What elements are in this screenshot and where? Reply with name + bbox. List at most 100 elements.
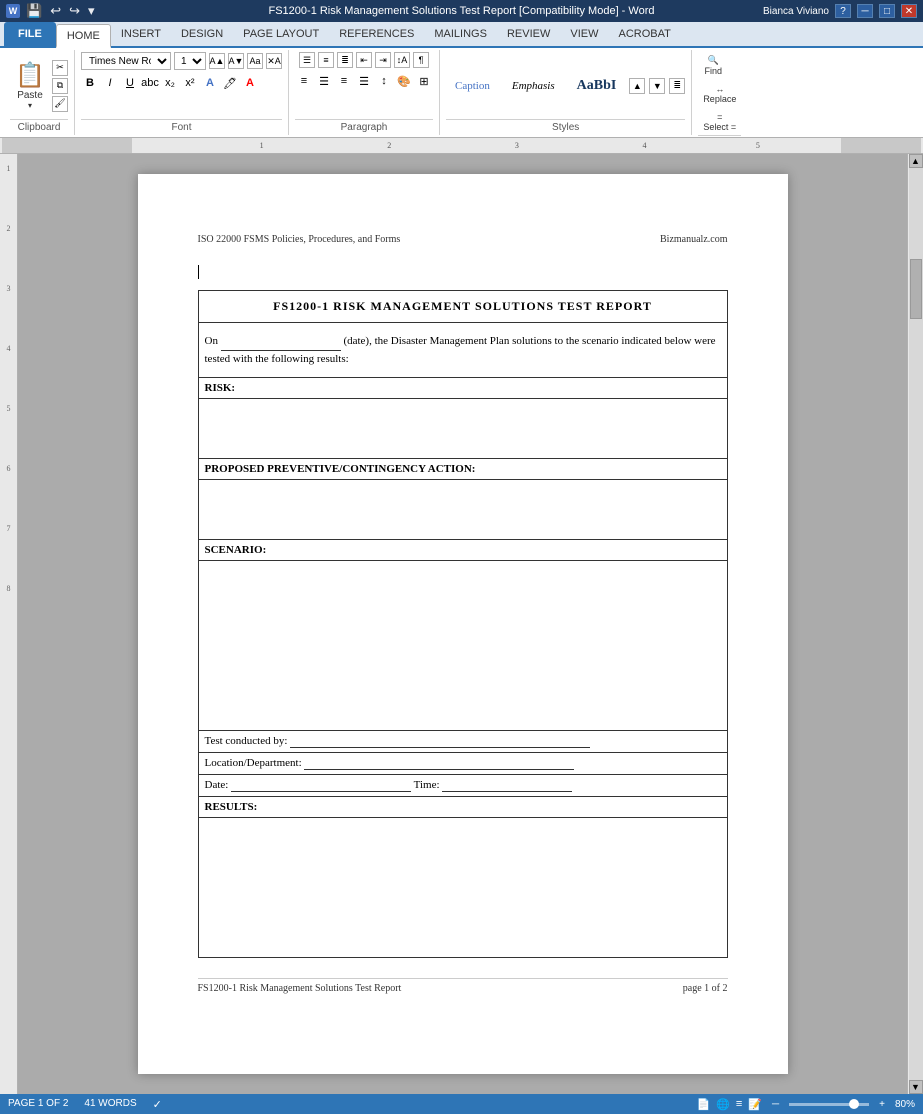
style-emphasis[interactable]: Emphasis [503, 75, 564, 97]
styles-scroll-up[interactable]: ▲ [629, 78, 645, 94]
risk-content[interactable] [198, 399, 727, 459]
view-print-btn[interactable]: 📄 [697, 1098, 711, 1111]
decrease-indent-btn[interactable]: ⇤ [356, 52, 372, 68]
styles-more[interactable]: ≣ [669, 78, 685, 94]
scroll-up-btn[interactable]: ▲ [909, 154, 923, 168]
status-right: 📄 🌐 ≡ 📝 ─ + 80% [697, 1098, 915, 1111]
zoom-in-btn[interactable]: + [879, 1099, 885, 1110]
text-effects-button[interactable]: A [201, 74, 219, 92]
bullets-btn[interactable]: ☰ [299, 52, 315, 68]
proposed-content[interactable] [198, 480, 727, 540]
view-draft-btn[interactable]: 📝 [748, 1098, 762, 1111]
customize-quick-btn[interactable]: ▾ [86, 3, 97, 19]
date-time-cell[interactable]: Date: Time: [198, 775, 727, 797]
scroll-down-btn[interactable]: ▼ [909, 1080, 923, 1094]
paste-dropdown-icon[interactable]: ▾ [28, 101, 32, 110]
cursor-line[interactable] [198, 265, 728, 282]
risk-header: RISK: [198, 378, 727, 399]
clear-format-btn[interactable]: ✕A [266, 53, 282, 69]
tab-references[interactable]: REFERENCES [329, 22, 424, 46]
tab-insert[interactable]: INSERT [111, 22, 171, 46]
undo-quick-btn[interactable]: ↩ [48, 3, 63, 19]
styles-scroll-down[interactable]: ▼ [649, 78, 665, 94]
sort-btn[interactable]: ↕A [394, 52, 410, 68]
ruler-mark-2: 2 [0, 224, 17, 284]
numbering-btn[interactable]: ≡ [318, 52, 334, 68]
close-button[interactable]: ✕ [901, 4, 917, 18]
align-right-btn[interactable]: ≡ [335, 72, 353, 90]
strikethrough-button[interactable]: abc [141, 74, 159, 92]
line-spacing-btn[interactable]: ↕ [375, 72, 393, 90]
save-quick-btn[interactable]: 💾 [24, 3, 44, 19]
tab-file[interactable]: FILE [4, 22, 56, 46]
proposed-content-row [198, 480, 727, 540]
font-name-select[interactable]: Times New Ro [81, 52, 171, 70]
underline-button[interactable]: U [121, 74, 139, 92]
page-area: 1 2 3 4 5 6 7 8 ISO 22000 FSMS Policies,… [0, 154, 923, 1094]
view-web-btn[interactable]: 🌐 [716, 1098, 730, 1111]
title-bar: W 💾 ↩ ↪ ▾ FS1200-1 Risk Management Solut… [0, 0, 923, 22]
scenario-content-row [198, 561, 727, 731]
subscript-button[interactable]: x₂ [161, 74, 179, 92]
document-page[interactable]: ISO 22000 FSMS Policies, Procedures, and… [138, 174, 788, 1074]
text-highlight-button[interactable]: 🖊 [221, 74, 239, 92]
minimize-button[interactable]: ─ [857, 4, 873, 18]
replace-button[interactable]: ↔ Replace [698, 81, 741, 107]
format-painter-button[interactable]: 🖌 [52, 96, 68, 112]
show-formatting-btn[interactable]: ¶ [413, 52, 429, 68]
redo-quick-btn[interactable]: ↪ [67, 3, 82, 19]
tab-view[interactable]: VIEW [560, 22, 608, 46]
tab-acrobat[interactable]: ACROBAT [608, 22, 680, 46]
intro-cell[interactable]: On (date), the Disaster Management Plan … [198, 323, 727, 378]
track-changes-icon[interactable]: ✓ [153, 1098, 162, 1111]
change-case-btn[interactable]: Aa [247, 53, 263, 69]
date-blank[interactable] [221, 333, 341, 351]
tab-review[interactable]: REVIEW [497, 22, 560, 46]
tab-page-layout[interactable]: PAGE LAYOUT [233, 22, 329, 46]
cut-button[interactable]: ✂ [52, 60, 68, 76]
tab-home[interactable]: HOME [56, 24, 111, 48]
maximize-button[interactable]: □ [879, 4, 895, 18]
scroll-thumb[interactable] [910, 259, 922, 319]
zoom-thumb[interactable] [849, 1099, 859, 1109]
italic-button[interactable]: I [101, 74, 119, 92]
footer-left: FS1200-1 Risk Management Solutions Test … [198, 983, 402, 994]
bold-button[interactable]: B [81, 74, 99, 92]
zoom-slider[interactable] [789, 1103, 869, 1106]
scrollbar[interactable]: ▲ ▼ [907, 154, 923, 1094]
paragraph-label: Paragraph [295, 119, 433, 133]
style-caption[interactable]: Caption [446, 75, 499, 97]
horizontal-ruler: 1 2 3 4 5 [0, 138, 923, 154]
zoom-out-btn[interactable]: ─ [772, 1099, 779, 1110]
multilevel-btn[interactable]: ≣ [337, 52, 353, 68]
shading-btn[interactable]: 🎨 [395, 72, 413, 90]
intro-text: On (date), the Disaster Management Plan … [205, 327, 721, 373]
tab-mailings[interactable]: MAILINGS [424, 22, 497, 46]
align-center-btn[interactable]: ☰ [315, 72, 333, 90]
superscript-button[interactable]: x² [181, 74, 199, 92]
increase-indent-btn[interactable]: ⇥ [375, 52, 391, 68]
scenario-content[interactable] [198, 561, 727, 731]
font-size-increase-btn[interactable]: A▲ [209, 53, 225, 69]
location-cell[interactable]: Location/Department: [198, 753, 727, 775]
paste-button[interactable]: 📋 Paste ▾ [10, 60, 50, 112]
borders-btn[interactable]: ⊞ [415, 72, 433, 90]
style-heading1[interactable]: AaBbI [568, 73, 626, 99]
help-button[interactable]: ? [835, 4, 851, 18]
view-outline-btn[interactable]: ≡ [736, 1098, 742, 1110]
justify-btn[interactable]: ☰ [355, 72, 373, 90]
scroll-track[interactable] [909, 168, 923, 1080]
risk-content-row [198, 399, 727, 459]
font-size-select[interactable]: 12 [174, 52, 206, 70]
clipboard-label: Clipboard [10, 119, 68, 133]
tab-design[interactable]: DESIGN [171, 22, 233, 46]
document-area[interactable]: ISO 22000 FSMS Policies, Procedures, and… [18, 154, 907, 1094]
align-left-btn[interactable]: ≡ [295, 72, 313, 90]
font-size-decrease-btn[interactable]: A▼ [228, 53, 244, 69]
select-button[interactable]: = Select = [698, 109, 741, 135]
test-conducted-cell[interactable]: Test conducted by: [198, 731, 727, 753]
find-button[interactable]: 🔍 Find [698, 52, 728, 79]
results-content[interactable] [198, 818, 727, 958]
font-color-button[interactable]: A [241, 74, 259, 92]
copy-button[interactable]: ⧉ [52, 78, 68, 94]
